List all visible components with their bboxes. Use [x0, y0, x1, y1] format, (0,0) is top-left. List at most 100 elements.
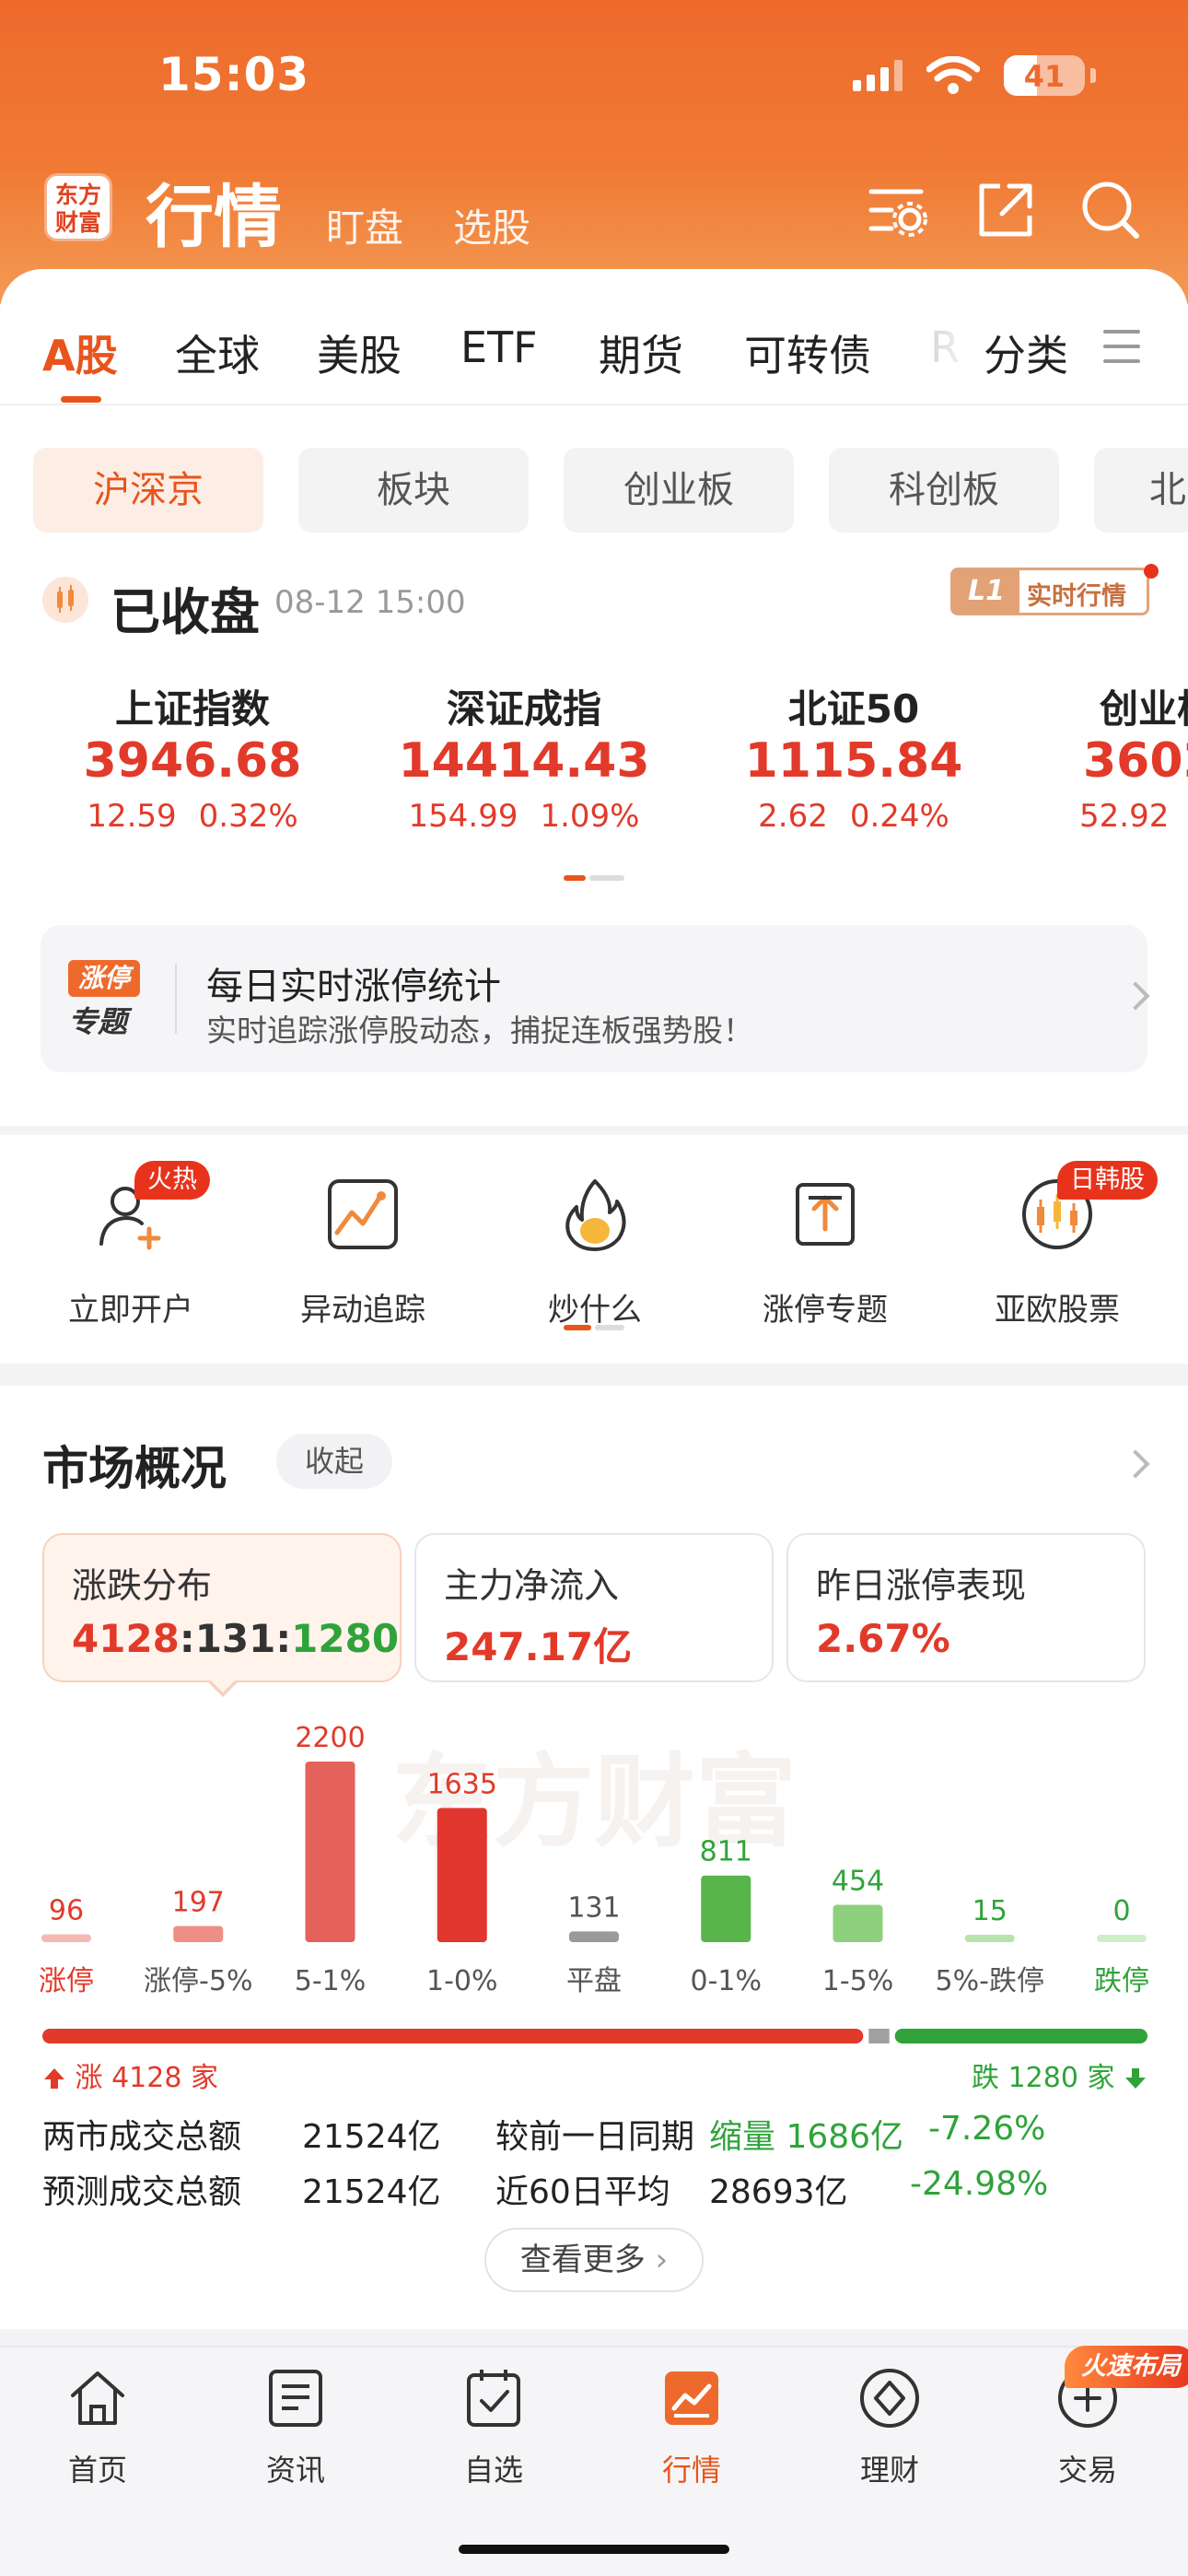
market-status: 已收盘 08-12 15:00 L1 实时行情	[42, 568, 1149, 641]
up-count: 4128	[72, 1616, 180, 1661]
home-icon	[71, 2371, 124, 2425]
promo-subtitle: 实时追踪涨停股动态，捕捉连板强势股！	[206, 1013, 753, 1048]
card-main-net-inflow[interactable]: 主力净流入 247.17亿	[414, 1533, 774, 1682]
down-count: 1280	[291, 1616, 400, 1661]
index-change: 52.92	[1079, 798, 1170, 835]
tabbar-home[interactable]: 首页	[29, 2366, 167, 2489]
index-card[interactable]: 上证指数 3946.68 12.59 0.32%	[41, 678, 344, 835]
chart-bar[interactable]	[437, 1808, 487, 1942]
tab-a-shares[interactable]: A股	[42, 322, 118, 383]
shortcut-label: 亚欧股票	[995, 1292, 1120, 1329]
tabbar-label: 行情	[661, 2453, 721, 2488]
card-yesterday-limit-up[interactable]: 昨日涨停表现 2.67%	[786, 1533, 1146, 1682]
chart-bar[interactable]	[833, 1904, 883, 1942]
index-pct: 0.24%	[849, 798, 949, 835]
market-status-title: 已收盘	[111, 583, 260, 641]
tabbar-news[interactable]: 资讯	[227, 2366, 365, 2489]
tabbar-watchlist[interactable]: 自选	[425, 2366, 563, 2489]
chevron-right-icon	[1121, 981, 1150, 1011]
down-total-text: 跌 1280 家	[972, 2062, 1115, 2094]
tab-global[interactable]: 全球	[175, 322, 260, 383]
tab-category[interactable]: 分类	[984, 322, 1068, 383]
search-icon[interactable]	[1077, 177, 1144, 243]
menu-icon[interactable]	[1103, 330, 1140, 367]
index-card[interactable]: 创业板 3602 52.92	[1068, 678, 1188, 835]
tabbar-wealth[interactable]: 理财	[821, 2366, 959, 2489]
shortcut-what-to-trade[interactable]: 炒什么	[484, 1176, 705, 1329]
stat-label: 预测成交总额	[42, 2173, 242, 2211]
chart-category-label: 跌停	[1094, 1965, 1149, 1997]
index-card[interactable]: 北证50 1115.84 2.62 0.24%	[702, 678, 1006, 835]
realtime-label: 实时行情	[1027, 582, 1126, 611]
tabbar-label: 首页	[67, 2453, 127, 2488]
ratio-flat-segment	[868, 2029, 890, 2043]
view-more-button[interactable]: 查看更多 ›	[484, 2228, 704, 2292]
index-name: 北证50	[787, 686, 920, 732]
tab-etf[interactable]: ETF	[460, 322, 538, 372]
down-total-label: 跌 1280 家	[972, 2055, 1147, 2095]
card-title: 主力净流入	[444, 1565, 620, 1606]
chart-value-label: 15	[973, 1895, 1007, 1927]
chart-value-label: 1635	[427, 1768, 497, 1800]
chart-bar[interactable]	[964, 1935, 1015, 1942]
chart-category-label: 1-0%	[426, 1965, 498, 1997]
index-change: 154.99	[408, 798, 518, 835]
chip-star-market[interactable]: 科创板	[829, 448, 1059, 533]
chip-beijing[interactable]: 北	[1094, 448, 1188, 533]
stat-row: 两市成交总额 21524亿 较前一日同期 缩量 1686亿 -7.26%	[42, 2110, 1147, 2156]
ratio-up-segment	[42, 2029, 864, 2043]
chip-sectors[interactable]: 板块	[298, 448, 529, 533]
tab-watch[interactable]: 盯盘	[326, 197, 403, 253]
chart-bar[interactable]	[41, 1934, 91, 1942]
header-bar: 15:03 41 东方 财富 行情 盯盘 选股	[0, 0, 1188, 304]
chart-bar[interactable]	[701, 1875, 751, 1942]
tab-us-stocks[interactable]: 美股	[317, 322, 402, 383]
chart-bar[interactable]	[173, 1926, 224, 1942]
chart-bar[interactable]	[305, 1762, 355, 1942]
chart-category-label: 涨停	[39, 1965, 94, 1997]
cellular-signal-icon	[853, 60, 903, 91]
view-more-label: 查看更多	[519, 2242, 646, 2278]
tab-futures[interactable]: 期货	[599, 322, 683, 383]
tabbar-label: 自选	[463, 2453, 523, 2488]
tab-convertible-bonds[interactable]: 可转债	[744, 322, 871, 383]
card-value: 4128:131:1280	[72, 1616, 400, 1661]
tab-stock-picker[interactable]: 选股	[453, 197, 530, 253]
collapse-button[interactable]: 收起	[276, 1434, 392, 1489]
chart-value-label: 131	[567, 1891, 620, 1924]
stat-value: 21524亿	[302, 2118, 441, 2156]
stat-label: 较前一日同期	[495, 2118, 695, 2156]
index-name: 创业板	[1100, 686, 1188, 732]
japan-korea-badge: 日韩股	[1057, 1161, 1158, 1200]
card-value: 2.67%	[816, 1616, 950, 1661]
candlestick-icon	[42, 577, 88, 623]
shortcut-limit-up-topic[interactable]: 涨停专题	[715, 1176, 936, 1329]
shortcut-anomaly-tracking[interactable]: 异动追踪	[252, 1176, 473, 1329]
chip-sh-sz-bj[interactable]: 沪深京	[33, 448, 263, 533]
app-logo[interactable]: 东方 财富	[44, 173, 112, 241]
l1-realtime-badge[interactable]: L1 实时行情	[950, 568, 1149, 615]
chart-bar[interactable]	[569, 1931, 619, 1942]
settings-list-icon[interactable]	[864, 177, 930, 243]
shortcut-open-account[interactable]: 立即开户	[20, 1176, 241, 1329]
checklist-icon	[467, 2370, 520, 2427]
index-value: 14414.43	[398, 733, 650, 789]
chart-bar[interactable]	[1097, 1935, 1147, 1942]
limit-up-promo[interactable]: 涨停 专题 每日实时涨停统计 实时追踪涨停股动态，捕捉连板强势股！	[41, 925, 1150, 1072]
chart-category-label: 1-5%	[822, 1965, 894, 1997]
index-card[interactable]: 深证成指 14414.43 154.99 1.09%	[372, 678, 676, 835]
shortcut-label: 涨停专题	[763, 1292, 888, 1329]
status-icons: 41	[853, 55, 1096, 96]
trend-chart-icon	[328, 1179, 398, 1249]
chart-value-label: 811	[700, 1836, 752, 1868]
section-title: 市场概况	[42, 1442, 227, 1495]
chip-chinext[interactable]: 创业板	[564, 448, 794, 533]
chart-value-label: 96	[49, 1894, 84, 1926]
index-change: 12.59	[87, 798, 177, 835]
hot-badge: 火热	[134, 1161, 210, 1200]
card-up-down-distribution[interactable]: 涨跌分布 4128:131:1280	[42, 1533, 402, 1682]
share-icon[interactable]	[973, 177, 1039, 243]
market-status-time: 08-12 15:00	[274, 584, 466, 621]
tabbar-market[interactable]: 行情	[623, 2366, 761, 2489]
chevron-right-icon[interactable]	[1121, 1449, 1150, 1479]
